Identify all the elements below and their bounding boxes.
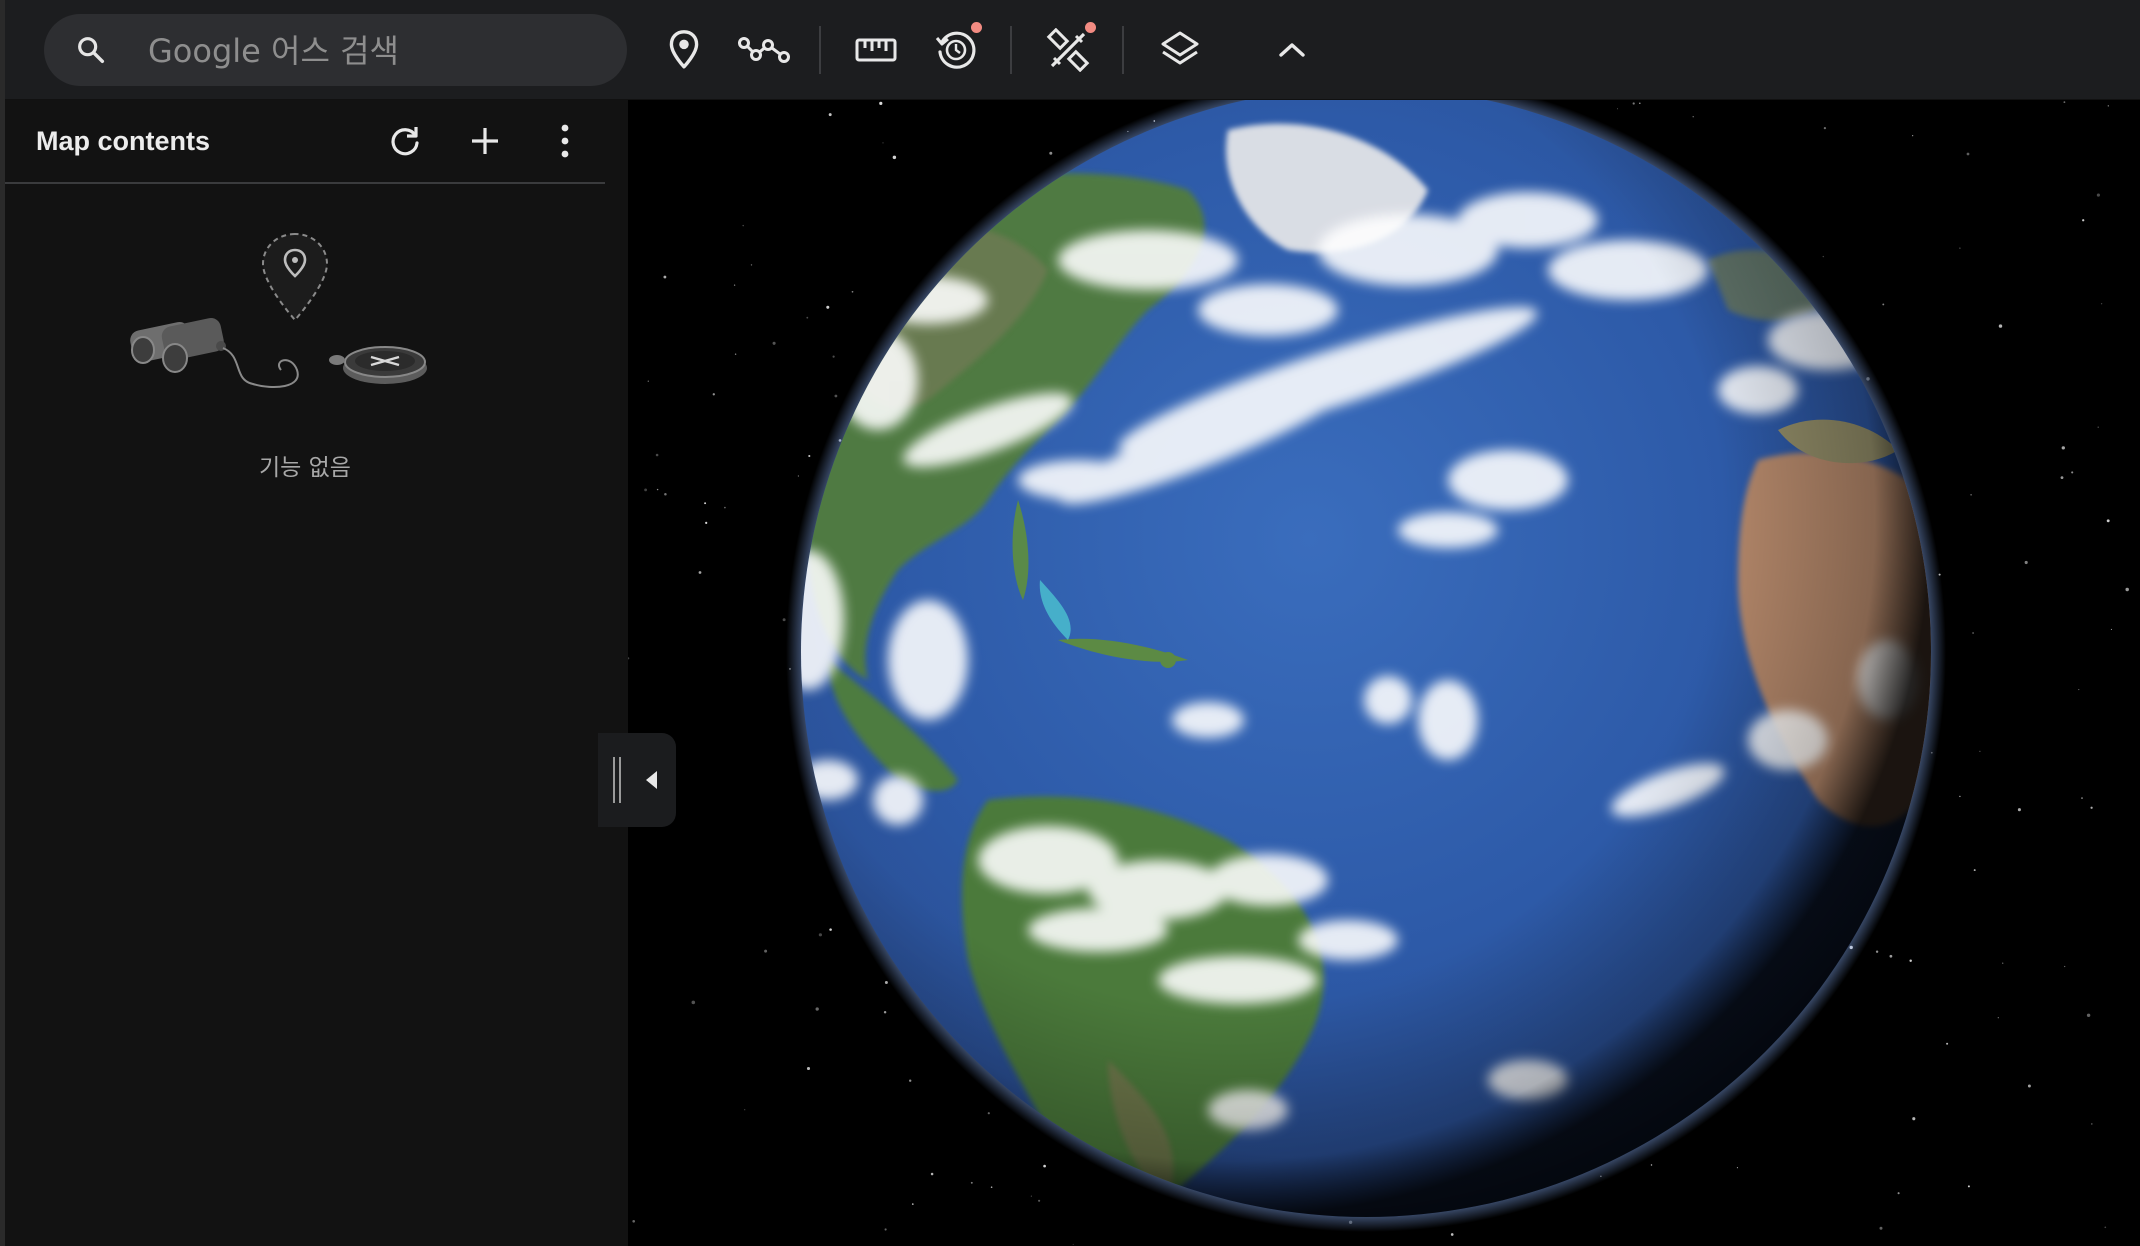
empty-state-illustration [130, 232, 427, 389]
more-vert-icon [561, 124, 569, 158]
history-icon [935, 31, 976, 69]
add-button[interactable] [462, 118, 508, 164]
map-style-button[interactable] [1150, 20, 1210, 80]
path-icon [738, 37, 790, 63]
top-toolbar [0, 0, 2140, 100]
historical-imagery-button[interactable] [926, 20, 986, 80]
add-path-button[interactable] [734, 20, 794, 80]
add-placemark-button[interactable] [654, 20, 714, 80]
search-input[interactable] [146, 24, 600, 78]
search-box[interactable] [44, 14, 627, 86]
google-earth-app: Map contents [0, 0, 2140, 1246]
earth-globe[interactable] [628, 100, 2140, 1246]
chevron-up-icon [1279, 43, 1305, 57]
empty-state-label: 기능 없음 [259, 455, 351, 481]
plus-icon [472, 128, 498, 154]
toolbar-divider [1122, 26, 1124, 74]
layers-icon [1161, 31, 1199, 65]
notification-badge [971, 22, 982, 33]
search-icon[interactable] [75, 34, 107, 66]
projects-button[interactable] [1038, 20, 1098, 80]
globe-viewport[interactable] [628, 100, 2140, 1246]
toolbar-divider [819, 26, 821, 74]
panel-title: Map contents [36, 126, 211, 156]
collapse-panel-button[interactable] [598, 733, 676, 827]
window-edge [0, 0, 5, 1246]
map-contents-panel: Map contents 기능 없음 [5, 100, 628, 1246]
map-pin-icon [669, 30, 699, 69]
measure-button[interactable] [846, 20, 906, 80]
ruler-icon [855, 38, 897, 62]
satellite-tools-icon [1046, 28, 1090, 72]
collapse-toolbar-button[interactable] [1262, 20, 1322, 80]
notification-badge [1085, 22, 1096, 33]
more-options-button[interactable] [542, 118, 588, 164]
refresh-button[interactable] [382, 118, 428, 164]
refresh-icon [391, 127, 419, 156]
chevron-left-icon [646, 771, 657, 789]
drag-handle-icon[interactable] [612, 757, 622, 803]
toolbar-divider [1010, 26, 1012, 74]
panel-header: Map contents [5, 100, 605, 184]
